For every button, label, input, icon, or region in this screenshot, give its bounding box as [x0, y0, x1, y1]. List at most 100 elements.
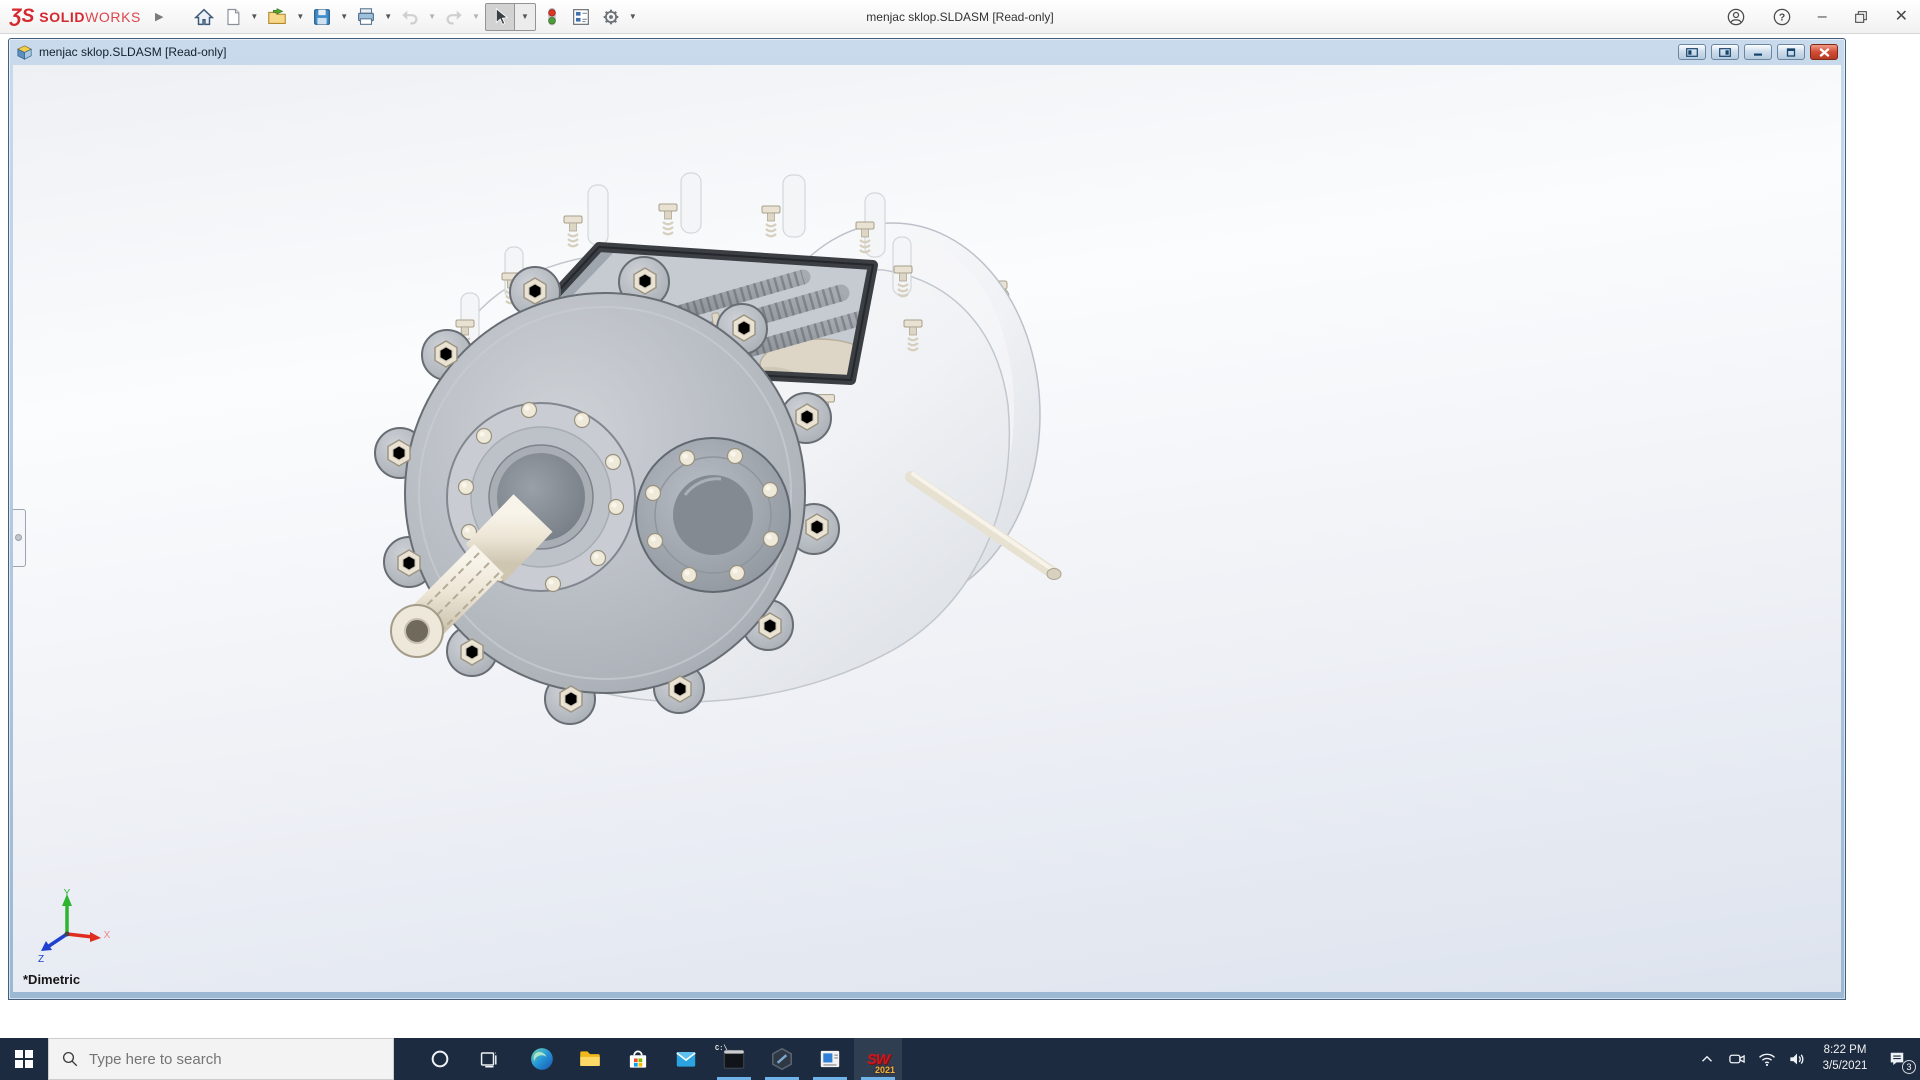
taskbar-item-solidworks[interactable]: SW 2021	[854, 1038, 902, 1080]
tile-left-icon	[1686, 47, 1698, 57]
task-pane-icon	[572, 8, 589, 25]
select-cursor-icon	[495, 7, 509, 25]
start-button[interactable]	[0, 1038, 48, 1080]
minimize-button[interactable]: –	[1818, 9, 1827, 25]
orientation-triad: Y X Z	[38, 888, 111, 965]
print-icon	[358, 7, 375, 25]
taskbar-item-media-window[interactable]	[806, 1038, 854, 1080]
taskbar-item-command-prompt[interactable]: C:\_	[710, 1038, 758, 1080]
redo-caret[interactable]: ▼	[469, 12, 483, 21]
tile-left-button[interactable]	[1678, 44, 1706, 60]
document-window: menjac sklop.SLDASM [Read-only] Y X Z *D…	[8, 38, 1846, 1000]
print-caret[interactable]: ▼	[381, 12, 395, 21]
restore-down-button[interactable]	[1853, 9, 1869, 25]
network-button[interactable]	[1752, 1038, 1782, 1080]
solidworks-2021-icon: SW 2021	[866, 1050, 895, 1076]
clock-date: 3/5/2021	[1822, 1060, 1868, 1072]
action-center-button[interactable]: 3	[1878, 1038, 1916, 1080]
save-icon	[314, 8, 331, 25]
new-document-caret[interactable]: ▼	[247, 12, 261, 21]
file-explorer-icon	[580, 1051, 600, 1067]
save-button[interactable]	[307, 3, 337, 31]
solidworks-logo: ƷS SOLID WORKS	[10, 5, 141, 27]
hidden-icons-button[interactable]	[1692, 1038, 1722, 1080]
notification-badge: 3	[1902, 1060, 1916, 1074]
view-orientation-label: *Dimetric	[23, 972, 81, 987]
assembly-document-icon	[17, 44, 32, 60]
graphics-viewport[interactable]: Y X Z *Dimetric	[13, 65, 1841, 992]
windows-logo-icon	[15, 1050, 33, 1068]
cortana-icon	[431, 1050, 449, 1068]
command-prompt-glyph: C:\_	[715, 1045, 732, 1053]
undo-button[interactable]	[395, 3, 425, 31]
document-window-controls	[1678, 44, 1838, 60]
microsoft-store-icon	[629, 1050, 647, 1068]
mail-icon	[676, 1051, 696, 1067]
doc-restore-icon	[1786, 47, 1796, 57]
splitter-handle-dot	[15, 534, 22, 541]
solidworks-year-badge: 2021	[874, 1065, 895, 1075]
new-document-button[interactable]	[219, 3, 247, 31]
account-icon[interactable]	[1726, 7, 1746, 27]
taskbar-search[interactable]	[48, 1038, 394, 1080]
app-window-controls: ? – ✕	[1726, 0, 1908, 34]
edge-icon	[531, 1048, 553, 1070]
doc-restore-button[interactable]	[1777, 44, 1805, 60]
wifi-icon	[1759, 1053, 1775, 1067]
taskbar-item-edge[interactable]	[518, 1038, 566, 1080]
cortana-button[interactable]	[416, 1038, 464, 1080]
clock-time: 8:22 PM	[1823, 1044, 1867, 1057]
open-icon	[268, 7, 287, 24]
home-icon	[194, 8, 215, 25]
tile-right-button[interactable]	[1711, 44, 1739, 60]
meet-now-button[interactable]	[1722, 1038, 1752, 1080]
close-button[interactable]: ✕	[1895, 9, 1908, 25]
undo-caret[interactable]: ▼	[425, 12, 439, 21]
taskbar-item-store[interactable]	[614, 1038, 662, 1080]
taskbar-item-file-explorer[interactable]	[566, 1038, 614, 1080]
taskbar: C:\_ SW 2021	[0, 1038, 1920, 1080]
home-button[interactable]	[189, 3, 219, 31]
system-tray: 8:22 PM 3/5/2021 3	[1692, 1038, 1920, 1080]
options-button[interactable]	[596, 3, 626, 31]
print-button[interactable]	[351, 3, 381, 31]
quick-access-toolbar: ▼ ▼ ▼ ▼ ▼ ▼ ▼ ▼	[189, 2, 640, 31]
hexagon-app-icon	[772, 1047, 792, 1071]
search-input[interactable]	[89, 1050, 349, 1068]
rebuild-traffic-light-icon	[548, 7, 556, 25]
doc-minimize-button[interactable]	[1744, 44, 1772, 60]
select-tool-caret[interactable]: ▼	[514, 2, 536, 31]
redo-button[interactable]	[439, 3, 469, 31]
volume-icon	[1790, 1053, 1804, 1065]
select-tool-button[interactable]: ▼	[484, 2, 536, 31]
document-title-bar[interactable]: menjac sklop.SLDASM [Read-only]	[9, 39, 1845, 65]
svg-text:?: ?	[1779, 13, 1785, 24]
doc-close-icon	[1819, 47, 1829, 57]
meet-now-icon	[1729, 1054, 1745, 1064]
gearbox-model[interactable]	[13, 65, 1841, 992]
task-pane-button[interactable]	[566, 3, 596, 31]
side-cover[interactable]	[635, 437, 791, 593]
doc-close-button[interactable]	[1810, 44, 1838, 60]
options-caret[interactable]: ▼	[626, 12, 640, 21]
featuremanager-collapsed-tab[interactable]	[13, 509, 26, 567]
triad-y-label: Y	[64, 888, 71, 899]
triad-x-label: X	[104, 930, 111, 941]
media-window-icon	[820, 1050, 840, 1068]
app-title-bar: ƷS SOLID WORKS ▶ ▼ ▼ ▼ ▼ ▼ ▼ ▼ ▼ menjac …	[0, 0, 1920, 34]
taskbar-item-mail[interactable]	[662, 1038, 710, 1080]
volume-button[interactable]	[1782, 1038, 1812, 1080]
open-button[interactable]	[261, 3, 293, 31]
undo-icon	[402, 10, 418, 24]
taskbar-clock[interactable]: 8:22 PM 3/5/2021	[1812, 1043, 1878, 1074]
new-document-icon	[227, 8, 240, 25]
redo-icon	[446, 10, 462, 24]
taskbar-item-hexagon-app[interactable]	[758, 1038, 806, 1080]
save-caret[interactable]: ▼	[337, 12, 351, 21]
help-icon[interactable]: ?	[1772, 7, 1792, 27]
task-view-button[interactable]	[464, 1038, 512, 1080]
app-window-title: menjac sklop.SLDASM [Read-only]	[866, 10, 1054, 24]
rebuild-button[interactable]	[538, 3, 566, 31]
open-caret[interactable]: ▼	[293, 12, 307, 21]
menu-flyout-arrow-icon[interactable]: ▶	[155, 10, 163, 23]
